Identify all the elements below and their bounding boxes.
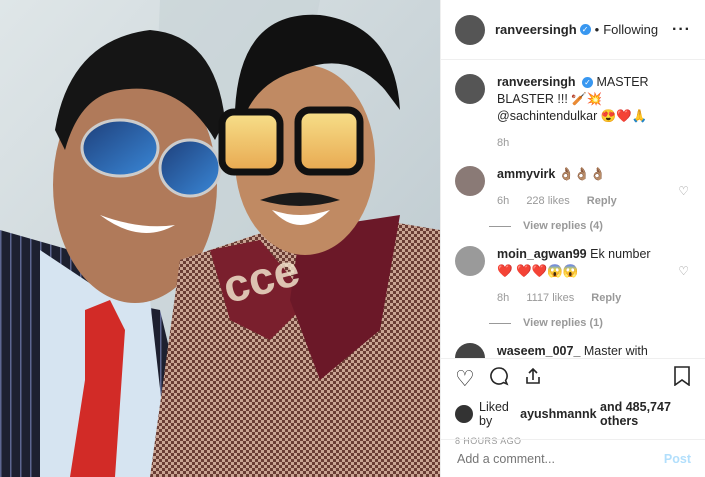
likes-count[interactable]: and 485,747 others	[600, 400, 691, 428]
following-button[interactable]: Following	[603, 22, 658, 37]
caption: ranveersingh ✓ MASTER BLASTER !!! 🏏💥@sac…	[455, 74, 691, 152]
comment-username[interactable]: waseem_007_	[497, 344, 580, 358]
avatar[interactable]	[455, 343, 485, 358]
comment-text: 👌🏽👌🏽👌🏽	[558, 167, 606, 181]
reply-button[interactable]: Reply	[587, 195, 617, 207]
post-image: cce	[0, 0, 440, 477]
instagram-post: cce ranveersingh ✓ • Following ··· ranve…	[0, 0, 705, 477]
post-sidebar: ranveersingh ✓ • Following ··· ranveersi…	[440, 0, 705, 477]
add-comment-bar: Post	[441, 439, 705, 477]
bookmark-icon[interactable]	[673, 365, 691, 392]
verified-badge-icon: ✓	[582, 77, 593, 88]
heart-icon[interactable]: ♡	[678, 264, 689, 278]
likes-summary: Liked by ayushmannk and 485,747 others	[441, 400, 705, 428]
comment-item: waseem_007_ Master with blaster so much …	[455, 343, 691, 358]
comment-input[interactable]	[455, 450, 664, 467]
comment-time[interactable]: 6h	[497, 195, 509, 207]
action-bar: ♡	[441, 358, 705, 398]
share-icon[interactable]	[523, 366, 543, 392]
separator-dot: •	[594, 22, 600, 37]
avatar[interactable]	[455, 14, 485, 45]
post-button[interactable]: Post	[664, 452, 691, 466]
comments-list[interactable]: ranveersingh ✓ MASTER BLASTER !!! 🏏💥@sac…	[441, 60, 705, 358]
liked-by-username[interactable]: ayushmannk	[520, 407, 596, 421]
verified-badge-icon: ✓	[579, 24, 591, 35]
reply-button[interactable]: Reply	[591, 292, 621, 304]
more-options-icon[interactable]: ···	[672, 21, 691, 39]
post-photo[interactable]: cce	[0, 0, 440, 477]
heart-icon[interactable]: ♡	[455, 366, 475, 392]
view-replies-button[interactable]: View replies (4)	[489, 220, 691, 232]
caption-username[interactable]: ranveersingh	[497, 75, 576, 89]
comment-username[interactable]: ammyvirk	[497, 167, 555, 181]
avatar[interactable]	[455, 74, 485, 104]
post-header: ranveersingh ✓ • Following ···	[441, 0, 705, 60]
avatar[interactable]	[455, 246, 485, 276]
heart-icon[interactable]: ♡	[678, 184, 689, 198]
comment-item: moin_agwan99 Ek number ❤️ ❤️❤️😱😱 8h 1117…	[455, 246, 691, 307]
caption-time[interactable]: 8h	[497, 137, 509, 149]
comment-username[interactable]: moin_agwan99	[497, 247, 587, 261]
comment-item: ammyvirk 👌🏽👌🏽👌🏽 6h 228 likes Reply ♡	[455, 166, 691, 210]
author-username[interactable]: ranveersingh	[495, 22, 577, 37]
view-replies-button[interactable]: View replies (1)	[489, 317, 691, 329]
comment-likes[interactable]: 1117 likes	[526, 292, 574, 304]
avatar[interactable]	[455, 405, 473, 423]
comment-likes[interactable]: 228 likes	[526, 195, 569, 207]
likes-prefix: Liked by	[479, 400, 509, 428]
avatar[interactable]	[455, 166, 485, 196]
comment-time[interactable]: 8h	[497, 292, 509, 304]
comment-icon[interactable]	[489, 366, 509, 392]
